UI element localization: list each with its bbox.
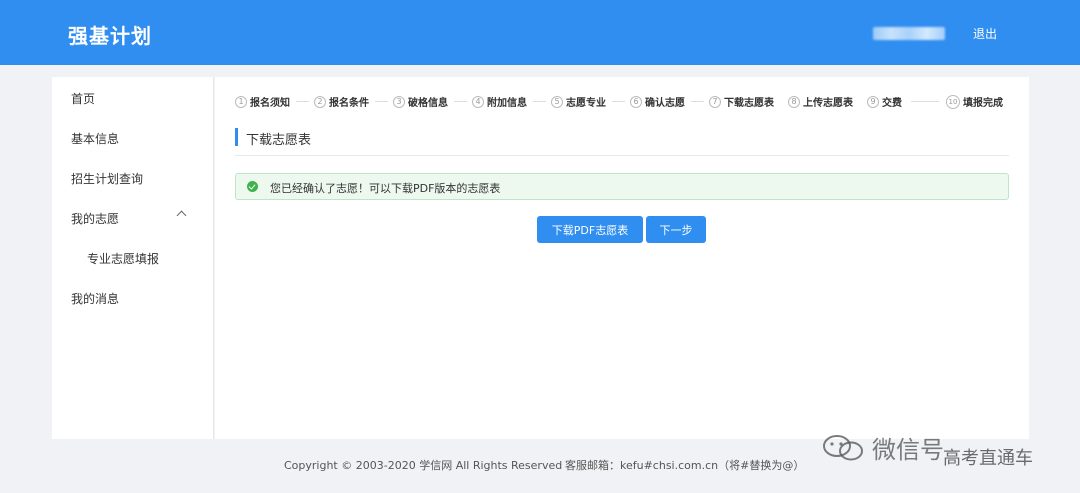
step-number: 4 [472,95,484,108]
step-label: 交费 [882,98,902,109]
step-label: 确认志愿 [645,98,685,109]
chevron-up-icon[interactable] [176,210,187,221]
sidebar: 首页 基本信息 招生计划查询 我的志愿 专业志愿填报 我的消息 [52,77,214,439]
step-number: 1 [235,95,247,108]
step-number: 3 [393,95,405,108]
step-item: 1 报名须知 [235,94,290,109]
username-redacted [873,27,945,40]
step-connector [375,101,388,102]
step-item: 2 报名条件 [314,94,369,109]
step-number: 5 [551,95,563,108]
progress-steps: 1 报名须知 2 报名条件 3 破格信息 4 附加信息 5 志愿专业 6 确认志… [235,94,1005,109]
step-label: 报名须知 [250,98,290,109]
step-number: 8 [788,95,800,108]
step-connector [296,101,309,102]
alert-message: 您已经确认了志愿！可以下载PDF版本的志愿表 [270,182,501,195]
step-item: 5 志愿专业 [551,94,606,109]
brand-title: 强基计划 [68,24,152,48]
section-accent-bar [235,128,238,146]
sidebar-item-home[interactable]: 首页 [71,90,95,107]
sidebar-item-basic-info[interactable]: 基本信息 [71,130,119,147]
watermark-wechat: 微信号 [872,436,944,464]
step-number: 7 [709,95,721,108]
watermark-account: 高考直通车 [943,448,1033,469]
step-number: 10 [946,94,960,109]
footer-email: 客服邮箱：kefu#chsi.com.cn（将#替换为@） [565,459,805,472]
step-label: 附加信息 [487,98,527,109]
step-connector [612,101,625,102]
step-label: 志愿专业 [566,98,606,109]
step-item: 3 破格信息 [393,94,448,109]
section-divider [235,155,1009,156]
footer-copyright: Copyright © 2003-2020 学信网 All Rights Res… [284,459,563,472]
step-number: 2 [314,95,326,108]
step-connector [911,101,939,102]
step-item: 7 下载志愿表 [709,94,774,109]
sidebar-item-my-applications[interactable]: 我的志愿 [71,210,119,227]
step-connector [691,101,704,102]
step-item: 4 附加信息 [472,94,527,109]
step-item: 9 交费 [867,94,902,109]
step-label: 破格信息 [408,98,448,109]
section-title: 下载志愿表 [246,133,312,148]
download-pdf-button[interactable]: 下载PDF志愿表 [537,216,643,243]
sidebar-item-my-messages[interactable]: 我的消息 [71,290,119,307]
logout-link[interactable]: 退出 [973,25,997,42]
step-item: 6 确认志愿 [630,94,685,109]
main-panel: 1 报名须知 2 报名条件 3 破格信息 4 附加信息 5 志愿专业 6 确认志… [215,77,1029,439]
step-number: 6 [630,95,642,108]
step-label: 上传志愿表 [803,98,853,109]
step-item: 8 上传志愿表 [788,94,853,109]
step-connector [533,101,546,102]
check-circle-icon [247,181,258,192]
step-label: 报名条件 [329,98,369,109]
step-label: 下载志愿表 [724,98,774,109]
step-item: 10 填报完成 [946,94,1003,109]
sidebar-item-major-application[interactable]: 专业志愿填报 [87,250,159,267]
next-step-button[interactable]: 下一步 [646,216,706,243]
step-connector [454,101,467,102]
top-navbar: 强基计划 退出 [0,0,1080,65]
step-number: 9 [867,95,879,108]
success-alert: 您已经确认了志愿！可以下载PDF版本的志愿表 [235,173,1009,200]
wechat-icon [823,435,863,461]
step-label: 填报完成 [963,98,1003,109]
sidebar-item-enrollment-plan[interactable]: 招生计划查询 [71,170,143,187]
